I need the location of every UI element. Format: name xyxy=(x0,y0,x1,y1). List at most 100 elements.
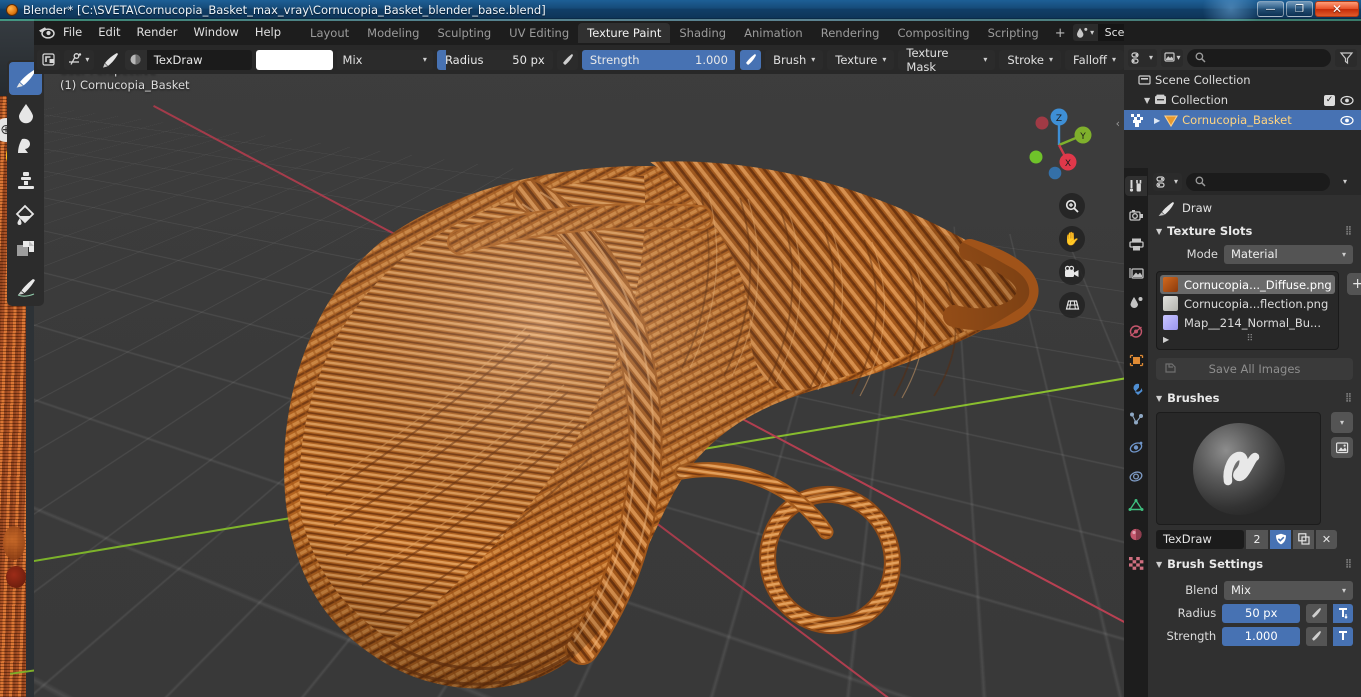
strength-slider[interactable]: Strength 1.000 xyxy=(581,49,736,70)
tab-texture-paint[interactable]: Texture Paint xyxy=(578,23,671,43)
list-item[interactable]: Cornucopia..._Diffuse.png xyxy=(1160,275,1335,294)
panel-drag-handle[interactable]: ⣿ xyxy=(1345,559,1353,569)
outliner-display-mode[interactable]: ▾ xyxy=(1128,48,1158,67)
radius-pressure-toggle[interactable] xyxy=(556,49,578,70)
tool-soften[interactable] xyxy=(9,96,42,129)
tool-mask[interactable] xyxy=(9,232,42,265)
radius-unit-toggle[interactable] xyxy=(1332,603,1353,623)
fake-user-toggle[interactable] xyxy=(1270,529,1291,549)
duplicate-brush-button[interactable] xyxy=(1293,529,1314,549)
save-all-images-button[interactable]: Save All Images xyxy=(1156,358,1353,380)
panel-drag-handle[interactable]: ⣿ xyxy=(1345,393,1353,403)
menu-window[interactable]: Window xyxy=(185,23,246,41)
grid-icon[interactable] xyxy=(1059,292,1085,318)
properties-tab-constraints[interactable] xyxy=(1125,466,1147,486)
radius-value-slider[interactable]: 50 px xyxy=(1222,603,1301,623)
disclosure-triangle-icon[interactable]: ▶ xyxy=(1154,116,1160,125)
add-texture-slot-button[interactable]: + xyxy=(1346,273,1361,295)
brush-menu[interactable]: Brush ▾ xyxy=(765,49,824,70)
sidebar-collapse-arrow[interactable]: ‹ xyxy=(1116,117,1120,130)
tab-modeling[interactable]: Modeling xyxy=(358,23,428,43)
outliner-row-collection[interactable]: ▼ Collection ✓ xyxy=(1124,90,1361,110)
tab-uv-editing[interactable]: UV Editing xyxy=(500,23,578,43)
tool-fill[interactable] xyxy=(9,198,42,231)
blend-dropdown[interactable]: Mix ▾ xyxy=(1224,580,1353,600)
minimize-button[interactable]: — xyxy=(1257,1,1284,17)
cornucopia-basket-model[interactable] xyxy=(230,100,1050,697)
strength-unit-toggle[interactable] xyxy=(1332,626,1353,646)
disclosure-triangle-icon[interactable]: ▼ xyxy=(1144,96,1150,105)
brush-preview-icon[interactable] xyxy=(98,50,121,70)
strength-pressure-toggle[interactable] xyxy=(739,49,762,70)
list-item[interactable]: Map__214_Normal_Bu... xyxy=(1160,313,1335,332)
brush-preview-image-button[interactable] xyxy=(1331,437,1353,458)
panel-disclosure-icon[interactable]: ▼ xyxy=(1156,227,1162,236)
texture-menu[interactable]: Texture ▾ xyxy=(827,49,895,70)
properties-tab-tool[interactable] xyxy=(1125,176,1147,196)
menu-render[interactable]: Render xyxy=(129,23,186,41)
tool-smear[interactable] xyxy=(9,130,42,163)
tab-compositing[interactable]: Compositing xyxy=(888,23,978,43)
outliner-filter-button[interactable] xyxy=(1335,48,1357,67)
brush-users-count[interactable]: 2 xyxy=(1246,529,1268,549)
delete-brush-button[interactable]: ✕ xyxy=(1316,529,1337,549)
texture-slot-list[interactable]: Cornucopia..._Diffuse.png Cornucopia...f… xyxy=(1156,271,1339,350)
properties-tab-render[interactable] xyxy=(1125,205,1147,225)
properties-tab-texture[interactable] xyxy=(1125,553,1147,573)
menu-help[interactable]: Help xyxy=(247,23,289,41)
hand-icon[interactable]: ✋ xyxy=(1059,226,1085,252)
panel-disclosure-icon[interactable]: ▼ xyxy=(1156,560,1162,569)
outliner-search-input[interactable] xyxy=(1187,48,1331,67)
viewport-nav-buttons[interactable]: ✋ xyxy=(1059,193,1085,318)
panel-brushes[interactable]: ▼ Brushes ⣿ xyxy=(1148,388,1361,408)
zoom-icon[interactable] xyxy=(1059,193,1085,219)
tool-annotate[interactable] xyxy=(9,271,42,304)
camera-icon[interactable] xyxy=(1059,259,1085,285)
texture-mode-dropdown[interactable]: Material ▾ xyxy=(1224,244,1353,264)
outliner-row-cornucopia-basket[interactable]: ▶ Cornucopia_Basket xyxy=(1124,110,1361,130)
falloff-menu[interactable]: Falloff ▾ xyxy=(1065,49,1124,70)
properties-tab-data[interactable] xyxy=(1125,495,1147,515)
menu-edit[interactable]: Edit xyxy=(90,23,128,41)
editor-type-button[interactable] xyxy=(37,49,61,70)
navigation-gizmo[interactable]: Z Y X xyxy=(1020,105,1098,183)
properties-search-input[interactable] xyxy=(1186,172,1330,191)
blend-mode-dropdown[interactable]: Mix ▾ xyxy=(336,49,433,70)
blender-logo-icon[interactable] xyxy=(38,23,55,41)
properties-tab-material[interactable] xyxy=(1125,524,1147,544)
collection-checkbox[interactable]: ✓ xyxy=(1324,94,1335,106)
tab-rendering[interactable]: Rendering xyxy=(812,23,889,43)
properties-tab-view-layer[interactable] xyxy=(1125,263,1147,283)
properties-tab-scene[interactable] xyxy=(1125,292,1147,312)
properties-tab-physics[interactable] xyxy=(1125,437,1147,457)
list-resize-handle[interactable]: ⠿ xyxy=(1247,334,1255,344)
maximize-button[interactable]: ❐ xyxy=(1286,1,1313,17)
brush-name-field[interactable]: TexDraw xyxy=(1156,529,1244,549)
menu-file[interactable]: File xyxy=(55,23,90,41)
list-item[interactable]: Cornucopia...flection.png xyxy=(1160,294,1335,313)
properties-tab-column[interactable] xyxy=(1124,168,1148,697)
panel-brush-settings[interactable]: ▼ Brush Settings ⣿ xyxy=(1148,554,1361,574)
properties-editor[interactable]: ▾ ▾ Draw ▼ Texture Slots ⣿ Mode Material… xyxy=(1124,168,1361,697)
properties-tab-output[interactable] xyxy=(1125,234,1147,254)
outliner-filter-icon[interactable]: ▾ xyxy=(1161,48,1184,67)
properties-tab-particles[interactable] xyxy=(1125,408,1147,428)
tool-clone[interactable] xyxy=(9,164,42,197)
strength-pressure-toggle[interactable] xyxy=(1306,626,1327,646)
outliner-editor[interactable]: ▾ ▾ Scene Collection ▼ Collection ✓ ▶ Co… xyxy=(1124,45,1361,168)
tab-animation[interactable]: Animation xyxy=(735,23,812,43)
viewport-toolbar[interactable] xyxy=(7,60,44,306)
outliner-row-scene-collection[interactable]: Scene Collection xyxy=(1124,70,1361,90)
brush-name[interactable]: TexDraw xyxy=(147,50,252,70)
properties-options-button[interactable]: ▾ xyxy=(1334,173,1356,191)
radius-slider[interactable]: Radius 50 px xyxy=(436,49,553,70)
properties-tab-object[interactable] xyxy=(1125,350,1147,370)
tab-sculpting[interactable]: Sculpting xyxy=(428,23,500,43)
panel-drag-handle[interactable]: ⣿ xyxy=(1345,226,1353,236)
panel-texture-slots[interactable]: ▼ Texture Slots ⣿ xyxy=(1148,221,1361,241)
tab-layout[interactable]: Layout xyxy=(301,23,358,43)
brush-preset-dropdown[interactable]: ▾ xyxy=(1331,412,1353,433)
add-workspace-button[interactable]: + xyxy=(1048,23,1073,43)
properties-tab-world[interactable] xyxy=(1125,321,1147,341)
viewport-3d[interactable]: Texture Paint ▾ View ▾ ▾ xyxy=(34,45,1124,697)
